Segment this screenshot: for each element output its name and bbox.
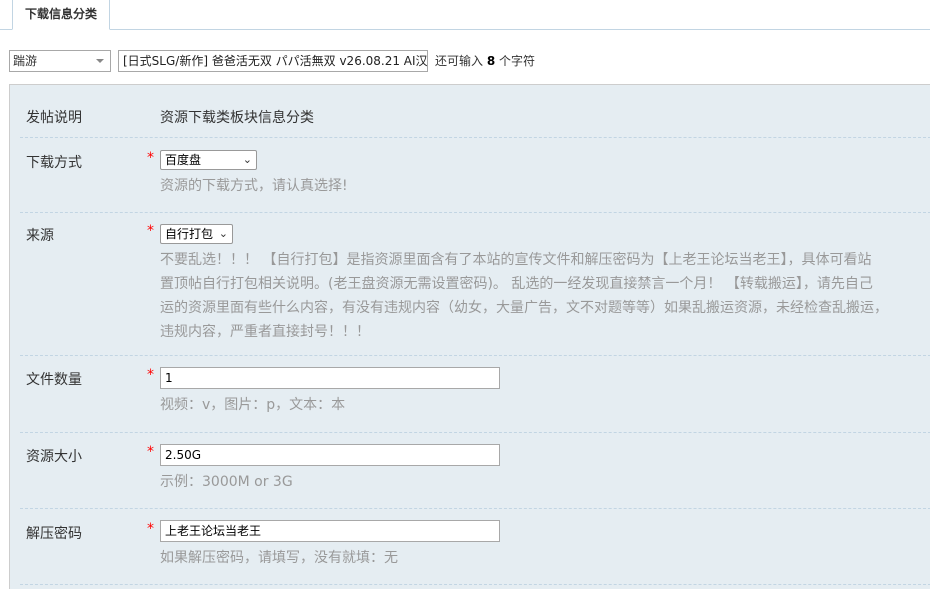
source-select[interactable]: 自行打包 ⌄ [160,224,233,244]
size-label: 资源大小 [26,449,82,465]
form-panel: 发帖说明 资源下载类板块信息分类 下载方式 * 百度盘 ⌄ 资源的下载方式，请认… [9,84,930,589]
size-hint: 示例：3000M or 3G [160,474,293,490]
char-count: 8 [486,54,496,68]
intro-label: 发帖说明 [26,110,82,126]
download-method-label: 下载方式 [26,155,82,171]
source-label: 来源 [26,228,54,244]
download-method-select[interactable]: 百度盘 ⌄ [160,150,257,170]
file-count-hint: 视频：v，图片：p，文本：本 [160,397,346,413]
file-count-input[interactable]: 1 [160,367,500,389]
row-file-count: 文件数量 * 1 视频：v，图片：p，文本：本 [20,356,930,433]
required-mark: * [147,223,154,239]
file-count-label: 文件数量 [26,372,82,388]
row-intro: 发帖说明 资源下载类板块信息分类 [20,85,930,138]
download-method-hint: 资源的下载方式，请认真选择! [160,178,348,194]
row-size: 资源大小 * 2.50G 示例：3000M or 3G [20,433,930,509]
password-hint: 如果解压密码，请填写，没有就填：无 [160,550,398,566]
tab-download-info[interactable]: 下载信息分类 [12,0,111,30]
chevron-down-icon: ⌄ [242,153,252,166]
required-mark: * [147,367,154,383]
subject-row: 踹游 [日式SLG/新作] 爸爸活无双 パパ活無双 v26.08.21 AI汉化… [9,50,930,72]
row-source: 来源 * 自行打包 ⌄ 不要乱选！！！ 【自行打包】是指资源里面含有了本站的宣传… [20,213,930,356]
thread-type-select[interactable]: 踹游 [9,50,111,72]
required-mark: * [147,150,154,166]
source-hint-line-2: 置顶帖自行打包相关说明。(老王盘资源无需设置密码)。 乱选的一经发现直接禁言一个… [160,276,873,292]
source-hint-line-3: 运的资源里面有些什么内容，有没有违规内容（幼女，大量广告，文不对题等等）如果乱搬… [160,300,888,316]
row-download-method: 下载方式 * 百度盘 ⌄ 资源的下载方式，请认真选择! [20,138,930,213]
size-input[interactable]: 2.50G [160,444,500,466]
thread-type-value: 踹游 [13,54,38,68]
tab-bar: 下载信息分类 [0,0,930,30]
source-hint-line-4: 违规内容，严重者直接封号！！！ [160,324,370,340]
row-password: 解压密码 * 上老王论坛当老王 如果解压密码，请填写，没有就填：无 [20,509,930,585]
subject-input[interactable]: [日式SLG/新作] 爸爸活无双 パパ活無双 v26.08.21 AI汉化 [118,50,428,72]
char-count-hint: 还可输入 8 个字符 [435,54,536,68]
required-mark: * [147,521,154,537]
intro-value: 资源下载类板块信息分类 [160,110,314,126]
required-mark: * [147,444,154,460]
source-hint-line-1: 不要乱选！！！ 【自行打包】是指资源里面含有了本站的宣传文件和解压密码为【上老王… [160,252,872,268]
chevron-down-icon: ⌄ [218,227,228,240]
chevron-down-icon [96,59,104,63]
password-label: 解压密码 [26,526,82,542]
password-input[interactable]: 上老王论坛当老王 [160,520,500,542]
